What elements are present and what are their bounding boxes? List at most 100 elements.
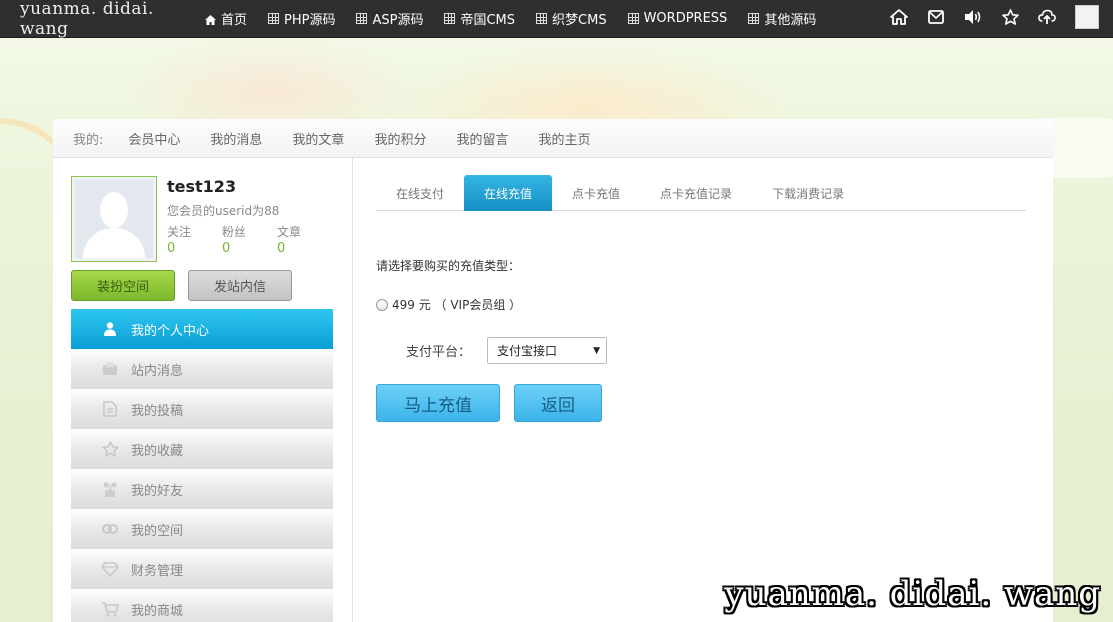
menu-item-space[interactable]: 我的空间 [71, 509, 333, 549]
grid-icon [444, 13, 456, 24]
stat-articles[interactable]: 文章 0 [277, 223, 332, 256]
star-icon [101, 440, 119, 458]
grid-icon [356, 13, 368, 24]
user-avatar[interactable] [1075, 5, 1099, 29]
menu-item-label: 我的商城 [131, 603, 184, 619]
stat-followers[interactable]: 粉丝 0 [222, 223, 277, 256]
grid-icon [748, 13, 760, 24]
grid-icon [268, 13, 280, 24]
mail-icon[interactable] [926, 7, 946, 27]
topnav-item-wordpress[interactable]: WORDPRESS [627, 11, 728, 26]
menu-item-personal-center[interactable]: 我的个人中心 [71, 309, 333, 349]
subnav-link-comments[interactable]: 我的留言 [456, 129, 508, 148]
menu-item-label: 我的投稿 [131, 403, 184, 419]
top-right-actions [872, 5, 1099, 29]
topnav-item-php[interactable]: PHP源码 [268, 9, 335, 28]
subnav-label: 我的: [73, 132, 104, 148]
menu-item-label: 财务管理 [131, 563, 184, 579]
diamond-icon [101, 560, 119, 578]
profile-stats: 关注 0 粉丝 0 文章 0 [167, 223, 332, 256]
payment-platform-select[interactable]: 支付宝接口 ▼ [487, 337, 608, 364]
topnav-label: 帝国CMS [460, 13, 516, 28]
menu-item-label: 我的个人中心 [131, 323, 210, 339]
topnav-label: ASP源码 [372, 13, 424, 28]
top-bar: yuanma. didai. wang 首页 PHP源码 ASP源码 帝国CMS… [0, 0, 1113, 39]
grid-icon [536, 13, 548, 24]
topnav-label: 织梦CMS [552, 13, 607, 28]
profile-avatar[interactable] [71, 176, 157, 262]
subnav-link-homepage[interactable]: 我的主页 [538, 129, 590, 148]
topnav-item-asp[interactable]: ASP源码 [356, 9, 423, 28]
topnav-item-other[interactable]: 其他源码 [748, 9, 816, 28]
menu-item-label: 我的好友 [131, 483, 184, 499]
top-nav: 首页 PHP源码 ASP源码 帝国CMS 织梦CMS WORDPRESS 其他源… [205, 9, 837, 28]
menu-item-shop[interactable]: 我的商城 [71, 589, 333, 622]
topnav-label: 首页 [221, 13, 248, 28]
topnav-label: WORDPRESS [643, 11, 728, 26]
stat-value: 0 [277, 241, 286, 256]
decorate-space-button[interactable]: 装扮空间 [71, 270, 175, 301]
menu-item-label: 我的空间 [131, 523, 184, 539]
tab-download-spend-log[interactable]: 下载消费记录 [752, 175, 864, 211]
home-icon [205, 14, 216, 25]
stat-label: 粉丝 [222, 225, 247, 239]
member-subnav: 我的: 会员中心 我的消息 我的文章 我的积分 我的留言 我的主页 [53, 119, 1053, 158]
star-icon[interactable] [1000, 7, 1020, 27]
payment-platform-value: 支付宝接口 [497, 344, 558, 358]
menu-item-submissions[interactable]: 我的投稿 [71, 389, 333, 429]
tab-card-recharge[interactable]: 点卡充值 [552, 175, 640, 211]
tab-online-recharge[interactable]: 在线充值 [464, 175, 553, 211]
menu-item-finance[interactable]: 财务管理 [71, 549, 333, 589]
menu-item-label: 站内消息 [131, 363, 184, 379]
home-icon[interactable] [889, 7, 909, 27]
recharge-content: 在线支付 在线充值 点卡充值 点卡充值记录 下载消费记录 请选择要购买的充值类型… [376, 158, 1026, 622]
topnav-label: 其他源码 [764, 13, 817, 28]
subnav-link-points[interactable]: 我的积分 [374, 129, 426, 148]
payment-platform-row: 支付平台： 支付宝接口 ▼ [406, 337, 608, 364]
recharge-option-radio[interactable] [376, 298, 388, 311]
menu-item-favorites[interactable]: 我的收藏 [71, 429, 333, 469]
left-sidebar: test123 您会员的userid为88 关注 0 粉丝 0 文章 0 装扮空… [53, 158, 353, 622]
menu-item-label: 我的收藏 [131, 443, 184, 459]
document-icon [101, 400, 119, 418]
topnav-item-home[interactable]: 首页 [205, 9, 247, 28]
tab-card-recharge-log[interactable]: 点卡充值记录 [640, 175, 752, 211]
topnav-label: PHP源码 [284, 13, 336, 28]
topnav-item-ecms[interactable]: 帝国CMS [444, 9, 515, 28]
chevron-down-icon: ▼ [593, 345, 601, 356]
topnav-item-dedecms[interactable]: 织梦CMS [536, 9, 607, 28]
recharge-type-prompt: 请选择要购买的充值类型： [376, 259, 521, 273]
main-panel: 我的: 会员中心 我的消息 我的文章 我的积分 我的留言 我的主页 test12… [53, 119, 1053, 622]
username: test123 [167, 177, 237, 196]
menu-item-inbox[interactable]: 站内消息 [71, 349, 333, 389]
space-icon [101, 520, 119, 538]
user-icon [101, 320, 119, 338]
subnav-link-messages[interactable]: 我的消息 [210, 129, 262, 148]
stat-label: 关注 [167, 225, 192, 239]
userid-text: 您会员的userid为88 [167, 204, 280, 218]
message-icon [101, 360, 119, 378]
subnav-link-articles[interactable]: 我的文章 [292, 129, 344, 148]
grid-icon [627, 13, 639, 24]
upload-icon[interactable] [1037, 7, 1057, 27]
payment-platform-label: 支付平台： [406, 345, 472, 360]
friends-icon [101, 480, 119, 498]
watermark: yuanma. didai. wang [724, 574, 1101, 614]
tab-online-pay[interactable]: 在线支付 [376, 175, 464, 211]
volume-icon[interactable] [963, 7, 983, 27]
back-button[interactable]: 返回 [514, 384, 602, 422]
send-message-button[interactable]: 发站内信 [188, 270, 292, 301]
recharge-option-label: 499 元 （ VIP会员组 ） [392, 298, 522, 312]
stat-following[interactable]: 关注 0 [167, 223, 222, 256]
site-brand[interactable]: yuanma. didai. wang [20, 0, 205, 39]
stat-value: 0 [222, 241, 231, 256]
subnav-link-member-center[interactable]: 会员中心 [128, 129, 180, 148]
cart-icon [101, 600, 119, 618]
menu-item-friends[interactable]: 我的好友 [71, 469, 333, 509]
recharge-tabs: 在线支付 在线充值 点卡充值 点卡充值记录 下载消费记录 [376, 175, 1026, 211]
recharge-option[interactable]: 499 元 （ VIP会员组 ） [376, 296, 521, 313]
stat-value: 0 [167, 241, 176, 256]
member-menu: 我的个人中心 站内消息 我的投稿 我的收藏 我的好友 我的空间 财务管理 我的商… [71, 309, 333, 622]
recharge-now-button[interactable]: 马上充值 [376, 384, 500, 422]
stat-label: 文章 [277, 225, 302, 239]
